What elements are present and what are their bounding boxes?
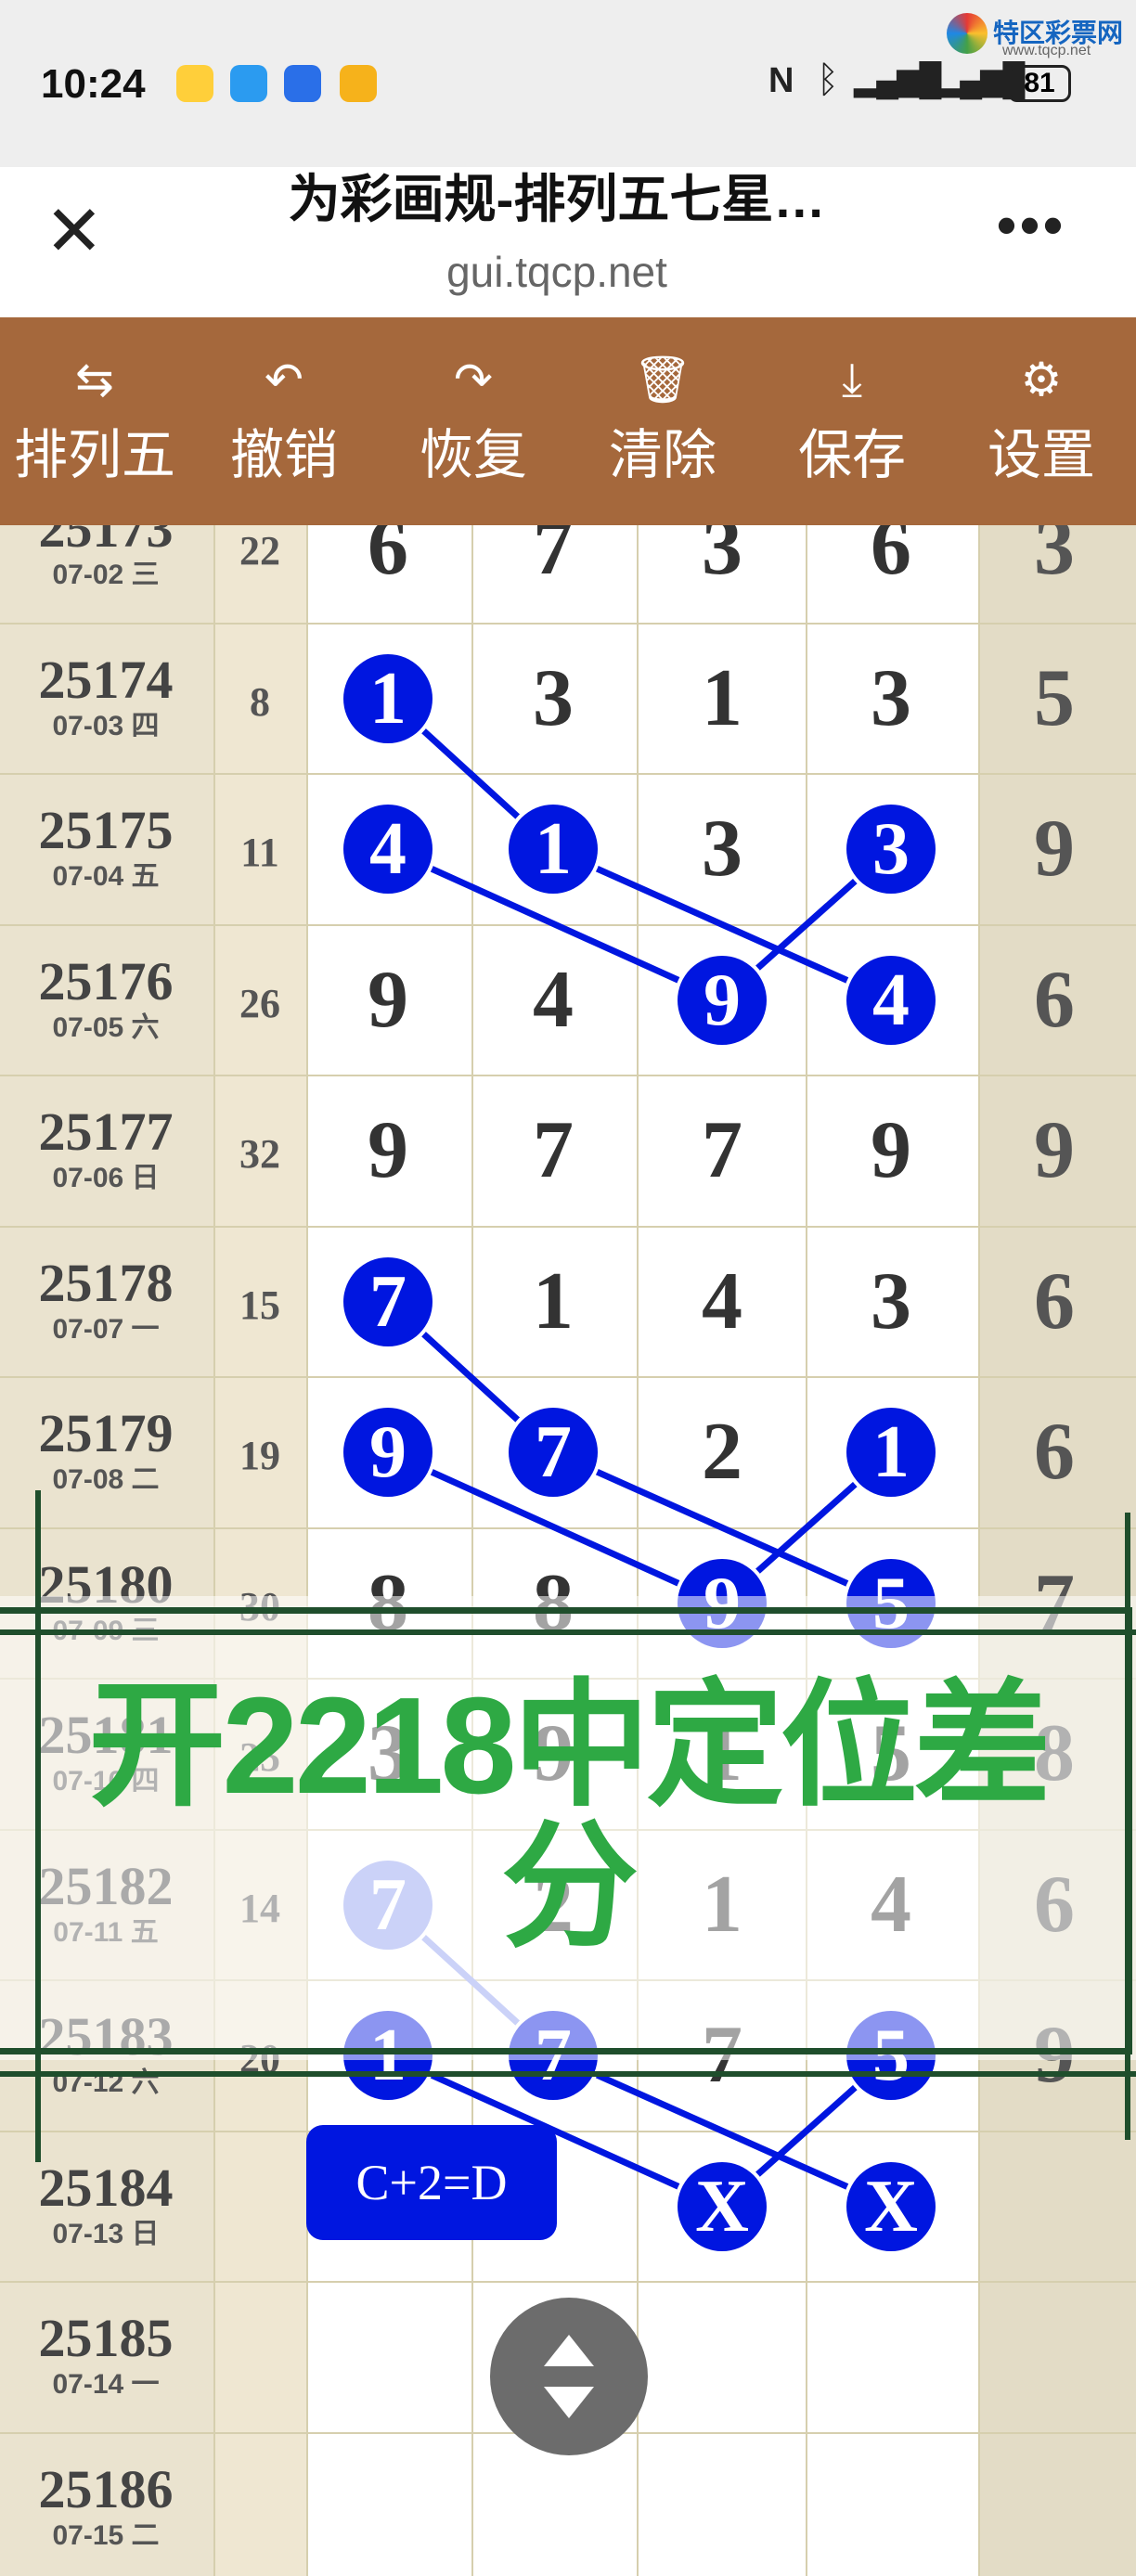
toolbar: ⇆ 排列五 ↶ 撤销 ↷ 恢复 🗑 清除 ⤓ 保存 ⚙ 设置 — [0, 317, 1136, 525]
overlay-rule — [1125, 1513, 1130, 2140]
toolbar-button-5[interactable]: ⚙ 设置 — [947, 317, 1136, 525]
bluetooth-icon: ᛒ — [817, 59, 839, 100]
overlay-rule — [0, 2071, 1136, 2077]
marked-ball[interactable]: X — [846, 2161, 936, 2251]
page-url: gui.tqcp.net — [446, 248, 667, 296]
overlay-rule — [0, 1629, 1136, 1635]
toolbar-button-2[interactable]: ↷ 恢复 — [379, 317, 568, 525]
toolbar-button-1[interactable]: ↶ 撤销 — [189, 317, 379, 525]
scroll-toggle-button[interactable] — [490, 2298, 648, 2455]
marked-ball[interactable]: 7 — [509, 1408, 598, 1497]
lottery-grid: 25173 07-02 三 22 25174 07-03 四 8 25175 07-04 五1… — [0, 525, 1136, 2576]
weibo-icon — [176, 65, 213, 102]
overlay-text: 开2218中定位差分 — [88, 1669, 1051, 1964]
mail-icon — [340, 65, 377, 102]
marked-ball[interactable]: 4 — [846, 955, 936, 1045]
message-icon — [230, 65, 267, 102]
marked-ball[interactable]: 1 — [846, 1408, 936, 1497]
chevron-down-icon — [544, 2387, 594, 2418]
marked-ball[interactable]: 9 — [678, 955, 767, 1045]
toolbar-label: 清除 — [608, 425, 716, 485]
gear-icon: ⚙ — [1020, 354, 1063, 406]
status-bar: 10:24 N ᛒ ▂▄▆█ ▂▄▆█ 81 特区彩票网 www.tqcp.ne… — [0, 0, 1136, 167]
toolbar-label: 设置 — [987, 425, 1095, 485]
marked-ball[interactable]: 3 — [846, 805, 936, 894]
marked-ball[interactable]: 9 — [343, 1408, 432, 1497]
nfc-icon: N — [768, 61, 794, 100]
signal-icon: ▂▄▆█ — [854, 62, 941, 97]
brand-logo-icon — [947, 13, 988, 54]
toolbar-label: 保存 — [797, 425, 906, 485]
formula-badge[interactable]: C+2=D — [306, 2125, 557, 2240]
download-icon: ⤓ — [841, 354, 863, 406]
undo-icon: ↶ — [265, 354, 303, 406]
toolbar-button-0[interactable]: ⇆ 排列五 — [0, 317, 189, 525]
marked-ball[interactable]: X — [678, 2161, 767, 2251]
clock: 10:24 — [41, 61, 146, 107]
redo-icon: ↷ — [454, 354, 493, 406]
brand-url: www.tqcp.net — [1002, 43, 1091, 58]
marked-ball[interactable]: 7 — [343, 1256, 432, 1346]
marked-ball[interactable]: 4 — [343, 805, 432, 894]
swap-icon: ⇆ — [75, 354, 114, 406]
marked-ball[interactable]: 1 — [343, 653, 432, 743]
app-icon — [284, 65, 321, 102]
toolbar-button-3[interactable]: 🗑 清除 — [568, 317, 757, 525]
close-icon[interactable]: ✕ — [45, 197, 104, 267]
toolbar-label: 排列五 — [13, 425, 175, 485]
more-menu-icon[interactable]: ••• — [997, 193, 1066, 257]
toolbar-button-4[interactable]: ⤓ 保存 — [757, 317, 947, 525]
toolbar-label: 撤销 — [229, 425, 338, 485]
trash-icon: 🗑 — [633, 354, 692, 406]
chevron-up-icon — [544, 2335, 594, 2366]
page-title: 为彩画规-排列五七星… — [288, 170, 826, 228]
toolbar-label: 恢复 — [419, 425, 527, 485]
marked-ball[interactable]: 1 — [509, 805, 598, 894]
battery-indicator: 81 — [1008, 65, 1071, 102]
